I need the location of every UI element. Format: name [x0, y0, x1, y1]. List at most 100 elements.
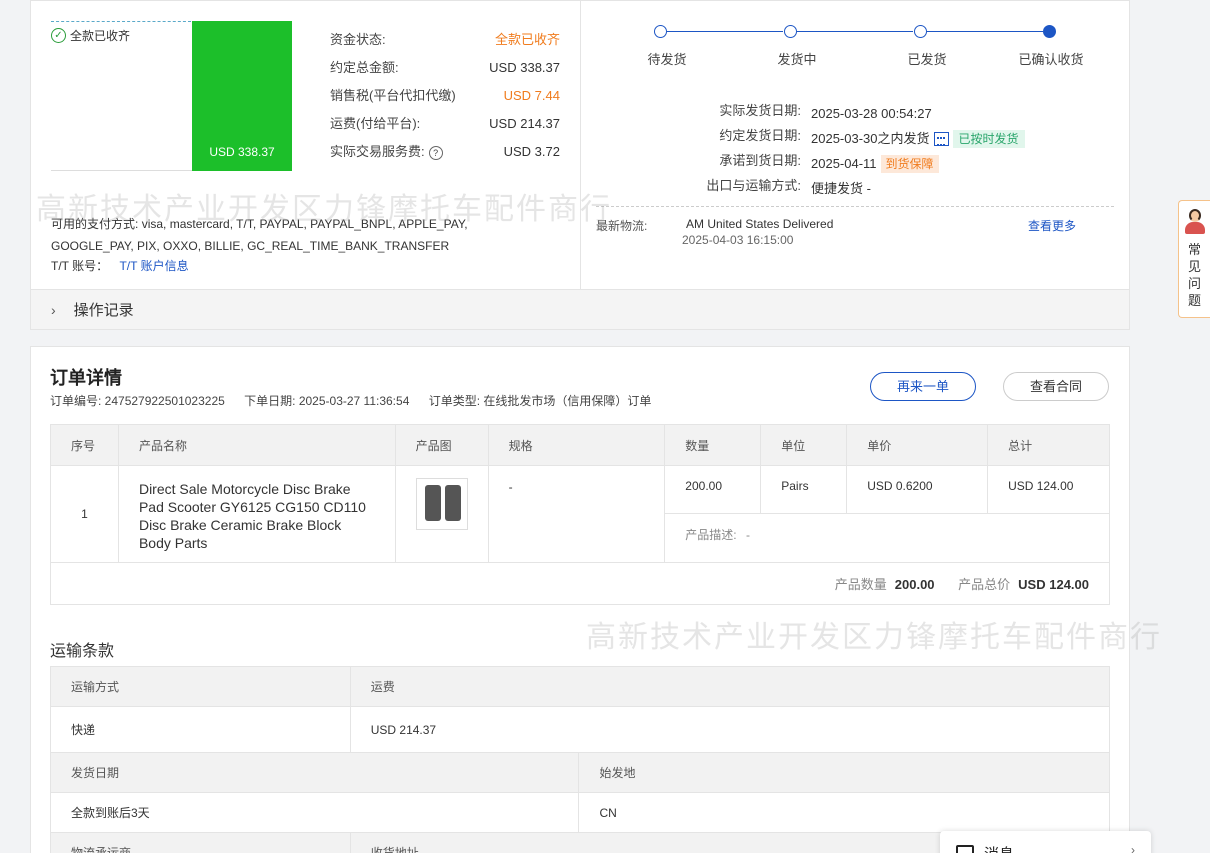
column-header: 序号 [50, 424, 119, 466]
message-widget[interactable]: 消息 › [940, 831, 1151, 853]
column-header: 产品名称 [117, 424, 396, 466]
delivery-guarantee-tag: 到货保障 [880, 154, 939, 173]
product-desc-value: - [745, 528, 750, 542]
column-header: 发货日期 [49, 752, 580, 793]
shipping-status-panel: 待发货 发货中 已发货 已确认收货 实际发货日期: 2025-03-28 00:… [581, 1, 1129, 289]
tt-account-row: T/T 账号： T/T 账户信息 [51, 257, 189, 274]
paid-status-label: 全款已收齐 [70, 29, 131, 43]
chevron-right-icon: › [51, 301, 56, 318]
table-header-row: 运输方式 运费 [50, 666, 1111, 707]
summary-row: 产品数量 200.00 产品总价 USD 124.00 [50, 562, 1110, 605]
summary-cell: 产品数量 200.00 产品总价 USD 124.00 [50, 562, 1110, 605]
fund-list: 资金状态: 全款已收齐 约定总金额: USD 338.37 销售税(平台代扣代缴… [330, 29, 560, 169]
help-icon[interactable]: ? [428, 145, 443, 160]
order-status-card: ✓ 全款已收齐 USD 338.37 资金状态: 全款已收齐 约定总金额: US… [30, 0, 1130, 330]
tt-account-link[interactable]: T/T 账户信息 [119, 259, 188, 273]
avatar-body [1184, 222, 1205, 234]
shipping-fee-value: USD 214.37 [349, 706, 1111, 753]
table-row: 快递 USD 214.37 [50, 706, 1111, 753]
sum-qty-label: 产品数量 [834, 577, 887, 592]
step-dot [654, 25, 667, 38]
column-header: 单位 [760, 424, 848, 466]
brake-pad-shape [444, 485, 461, 521]
ship-date-value: 全款到账后3天 [49, 792, 580, 833]
product-desc: 产品描述: - [664, 513, 1110, 563]
operation-log-toggle[interactable]: › 操作记录 [31, 289, 1129, 329]
avatar-head [1188, 209, 1201, 222]
product-thumbnail[interactable] [415, 478, 468, 530]
step-connector [797, 31, 913, 32]
step-label: 已发货 [907, 52, 947, 67]
faq-side-tab[interactable]: 常见问题 [1178, 200, 1210, 318]
sum-qty-value: 200.00 [894, 577, 935, 592]
product-image-cell [394, 465, 489, 563]
column-header: 数量 [664, 424, 762, 466]
column-header: 单价 [846, 424, 989, 466]
ship-value-wrap: 2025-03-30之内发货 已按时发货 [811, 126, 1025, 151]
ontime-tag: 已按时发货 [952, 129, 1025, 148]
table-row: 全款到账后3天 CN [49, 792, 1110, 833]
payment-methods-label: 可用的支付方式: [51, 217, 139, 231]
logistics-label: 最新物流: [596, 219, 648, 233]
paid-status: ✓ 全款已收齐 [51, 27, 130, 44]
order-date: 下单日期: 2025-03-27 11:36:54 [244, 394, 410, 408]
column-header: 始发地 [578, 752, 1110, 793]
support-avatar-icon [1184, 209, 1206, 235]
logistics-datetime: 2025-04-03 16:15:00 [682, 233, 794, 247]
sum-total-label: 产品总价 [958, 577, 1011, 592]
fund-row: 实际交易服务费:? USD 3.72 [330, 141, 560, 169]
shipping-method-value: 快递 [50, 706, 351, 753]
payment-methods: 可用的支付方式: visa, mastercard, T/T, PAYPAL, … [51, 213, 501, 257]
chevron-icon: › [1131, 843, 1135, 853]
fund-value: USD 7.44 [503, 88, 560, 103]
brake-pad-shape [424, 485, 441, 521]
view-contract-button[interactable]: 查看合同 [1003, 372, 1109, 401]
ship-value: 2025-04-11 [811, 155, 877, 171]
ship-label: 约定发货日期: [719, 128, 801, 143]
ship-label: 实际发货日期: [719, 103, 801, 118]
product-table: 序号 产品名称 产品图 规格 数量 单位 单价 总计 1 Direct Sale… [50, 424, 1110, 605]
column-header: 总计 [987, 424, 1110, 466]
order-meta: 订单编号: 247527922501023225 下单日期: 2025-03-2… [50, 392, 667, 409]
order-type: 订单类型: 在线批发市场（信用保障）订单 [428, 394, 652, 408]
step-connector [667, 31, 783, 32]
step-label: 发货中 [777, 52, 817, 67]
fund-value: 全款已收齐 [494, 32, 560, 47]
step-dot [784, 25, 797, 38]
product-unit: Pairs [760, 465, 848, 514]
fund-label: 约定总金额: [330, 60, 399, 75]
product-qty: 200.00 [664, 465, 762, 514]
paid-amount-bar: USD 338.37 [192, 21, 292, 171]
table-header-row: 序号 产品名称 产品图 规格 数量 单位 单价 总计 [50, 424, 1110, 466]
view-more-link[interactable]: 查看更多 [1028, 217, 1076, 234]
table-row: 1 Direct Sale Motorcycle Disc Brake Pad … [50, 465, 1110, 563]
column-header: 运费 [349, 666, 1111, 707]
product-name-link[interactable]: Direct Sale Motorcycle Disc Brake Pad Sc… [117, 465, 396, 563]
ship-row: 承诺到货日期: 2025-04-11 到货保障 [681, 151, 1101, 176]
reorder-button[interactable]: 再来一单 [870, 372, 976, 401]
shipping-terms-title: 运输条款 [50, 643, 115, 660]
fund-value: USD 338.37 [489, 60, 560, 75]
fund-value: USD 214.37 [489, 116, 560, 131]
ship-row: 出口与运输方式: 便捷发货 - [681, 176, 1101, 201]
origin-value: CN [578, 792, 1110, 833]
step-label: 已确认收货 [1018, 52, 1084, 67]
fund-label: 销售税(平台代扣代缴) [330, 88, 456, 103]
message-label: 消息 [984, 843, 1014, 853]
shipping-terms-table: 运输方式 运费 快递 USD 214.37 发货日期 始发地 全款到账后3天 C… [49, 666, 1111, 853]
ship-label: 出口与运输方式: [706, 178, 801, 193]
sum-total-value: USD 124.00 [1018, 577, 1089, 592]
shipping-info: 实际发货日期: 2025-03-28 00:54:27 约定发货日期: 2025… [681, 101, 1101, 201]
product-price: USD 0.6200 [846, 465, 989, 514]
message-icon [956, 845, 974, 853]
product-desc-label: 产品描述: [685, 528, 737, 542]
product-total: USD 124.00 [987, 465, 1110, 514]
column-header: 运输方式 [50, 666, 351, 707]
fund-row: 运费(付给平台): USD 214.37 [330, 113, 560, 141]
step-connector [927, 31, 1043, 32]
step-dot [914, 25, 927, 38]
order-details-title: 订单详情 [50, 368, 122, 388]
fund-label: 实际交易服务费: [330, 144, 425, 159]
ship-label: 承诺到货日期: [719, 153, 801, 168]
order-progress-steps: 待发货 发货中 已发货 已确认收货 [647, 23, 1084, 73]
